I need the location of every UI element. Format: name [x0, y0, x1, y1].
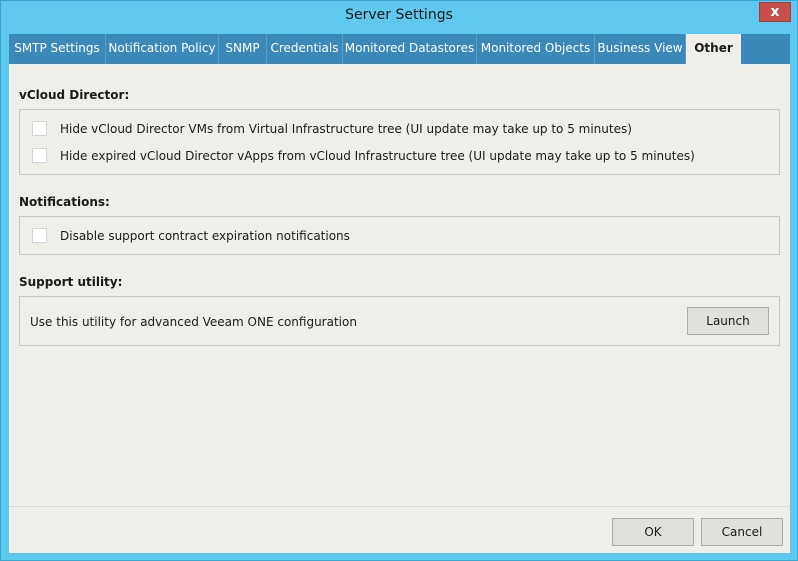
tab-content-other: vCloud Director: Hide vCloud Director VM… — [9, 64, 790, 553]
launch-button[interactable]: Launch — [687, 307, 769, 335]
tab-notification-policy[interactable]: Notification Policy — [106, 34, 219, 64]
vcloud-director-heading: vCloud Director: — [19, 88, 130, 102]
tab-monitored-datastores[interactable]: Monitored Datastores — [343, 34, 477, 64]
hide-vcloud-vms-checkbox[interactable] — [32, 121, 47, 136]
tab-snmp[interactable]: SNMP — [219, 34, 267, 64]
disable-support-expiration-label[interactable]: Disable support contract expiration noti… — [60, 228, 350, 244]
server-settings-window: Server Settings x SMTP Settings Notifica… — [0, 0, 798, 561]
tab-other[interactable]: Other — [686, 34, 741, 65]
close-button[interactable]: x — [759, 2, 791, 22]
support-utility-description: Use this utility for advanced Veeam ONE … — [30, 315, 357, 329]
hide-vcloud-vms-label[interactable]: Hide vCloud Director VMs from Virtual In… — [60, 121, 632, 137]
ok-button[interactable]: OK — [612, 518, 694, 546]
hide-expired-vapps-label[interactable]: Hide expired vCloud Director vApps from … — [60, 148, 695, 164]
vcloud-director-group: Hide vCloud Director VMs from Virtual In… — [19, 109, 780, 175]
title-bar[interactable]: Server Settings x — [1, 1, 797, 32]
notifications-heading: Notifications: — [19, 195, 110, 209]
window-title: Server Settings — [345, 7, 453, 23]
tab-monitored-objects[interactable]: Monitored Objects — [477, 34, 595, 64]
close-icon: x — [770, 4, 780, 20]
hide-expired-vapps-checkbox[interactable] — [32, 148, 47, 163]
support-utility-group: Use this utility for advanced Veeam ONE … — [19, 296, 780, 346]
cancel-button[interactable]: Cancel — [701, 518, 783, 546]
tab-smtp-settings[interactable]: SMTP Settings — [9, 34, 106, 64]
tab-credentials[interactable]: Credentials — [267, 34, 343, 64]
notifications-group: Disable support contract expiration noti… — [19, 216, 780, 255]
tab-business-view[interactable]: Business View — [595, 34, 686, 64]
disable-support-expiration-checkbox[interactable] — [32, 228, 47, 243]
dialog-footer: OK Cancel — [9, 506, 790, 553]
tab-strip: SMTP Settings Notification Policy SNMP C… — [9, 34, 790, 65]
support-utility-heading: Support utility: — [19, 275, 123, 289]
